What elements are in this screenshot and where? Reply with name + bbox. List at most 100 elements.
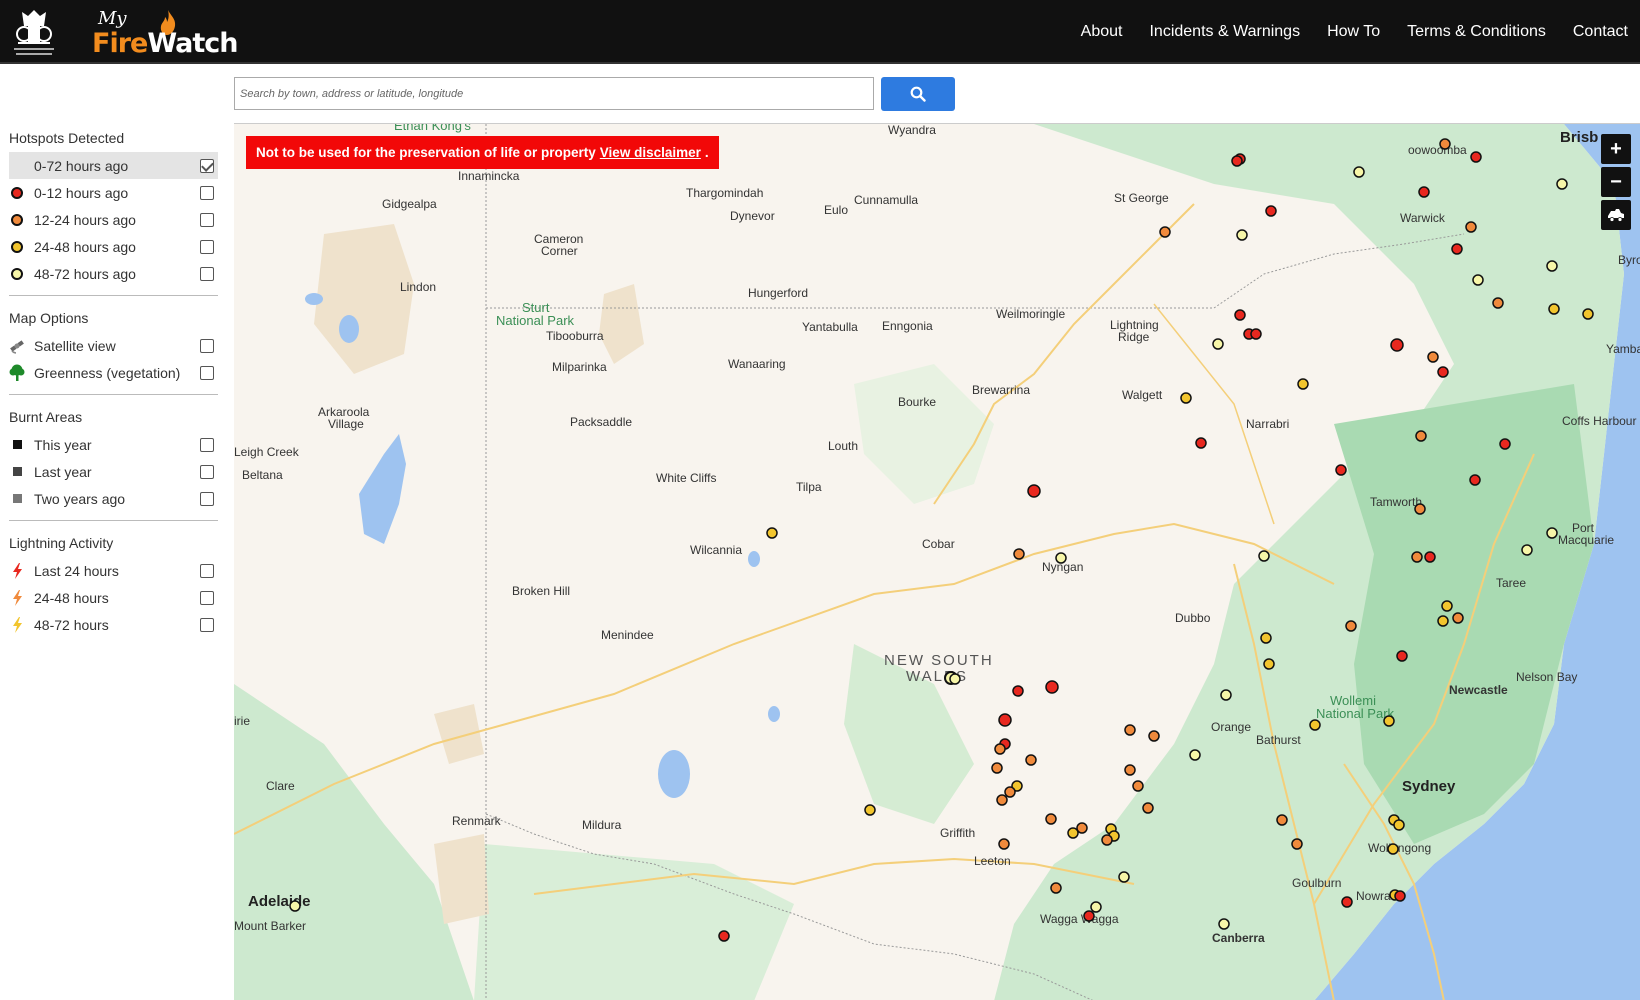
hotspot-marker[interactable] — [1220, 689, 1232, 701]
hotspot-marker[interactable] — [766, 527, 778, 539]
hotspot-marker[interactable] — [1124, 724, 1136, 736]
burnt-last-year-checkbox[interactable] — [200, 464, 214, 479]
greenness-row[interactable]: Greenness (vegetation) — [9, 359, 218, 386]
hotspots-12-24-checkbox[interactable] — [200, 212, 214, 227]
hotspot-marker[interactable] — [1297, 378, 1309, 390]
lightning-48-72-checkbox[interactable] — [200, 617, 214, 632]
hotspot-marker[interactable] — [998, 838, 1010, 850]
hotspot-marker[interactable] — [949, 673, 961, 685]
lightning-48-72-row[interactable]: 48-72 hours — [9, 611, 218, 638]
hotspot-marker[interactable] — [1258, 550, 1270, 562]
hotspot-marker[interactable] — [1083, 910, 1095, 922]
nav-incidents-warnings[interactable]: Incidents & Warnings — [1149, 23, 1300, 41]
hotspot-marker[interactable] — [1341, 896, 1353, 908]
hotspot-marker[interactable] — [991, 762, 1003, 774]
hotspot-marker[interactable] — [1556, 178, 1568, 190]
hotspot-marker[interactable] — [1469, 474, 1481, 486]
hotspot-marker[interactable] — [1045, 813, 1057, 825]
hotspot-marker[interactable] — [1441, 600, 1453, 612]
hotspot-marker[interactable] — [1050, 882, 1062, 894]
hotspots-0-12-row[interactable]: 0-12 hours ago — [9, 179, 218, 206]
fire-truck-button[interactable] — [1601, 200, 1631, 230]
hotspot-marker[interactable] — [1411, 551, 1423, 563]
wa-government-crest[interactable] — [8, 6, 60, 58]
burnt-two-years-row[interactable]: Two years ago — [9, 485, 218, 512]
hotspot-marker[interactable] — [1470, 151, 1482, 163]
hotspot-marker[interactable] — [1291, 838, 1303, 850]
hotspot-marker[interactable] — [1212, 338, 1224, 350]
hotspot-marker[interactable] — [1521, 544, 1533, 556]
nav-terms-conditions[interactable]: Terms & Conditions — [1407, 23, 1546, 41]
hotspot-marker[interactable] — [1236, 229, 1248, 241]
hotspot-marker[interactable] — [994, 743, 1006, 755]
hotspot-marker[interactable] — [1118, 871, 1130, 883]
hotspot-marker[interactable] — [1045, 680, 1059, 694]
hotspot-marker[interactable] — [1499, 438, 1511, 450]
satellite-view-row[interactable]: Satellite view — [9, 332, 218, 359]
hotspot-marker[interactable] — [1180, 392, 1192, 404]
hotspot-marker[interactable] — [1415, 430, 1427, 442]
greenness-checkbox[interactable] — [200, 365, 214, 380]
hotspot-marker[interactable] — [1025, 754, 1037, 766]
hotspots-24-48-row[interactable]: 24-48 hours ago — [9, 233, 218, 260]
lightning-24-48-row[interactable]: 24-48 hours — [9, 584, 218, 611]
hotspot-marker[interactable] — [1414, 503, 1426, 515]
hotspot-marker[interactable] — [1142, 802, 1154, 814]
hotspot-marker[interactable] — [1067, 827, 1079, 839]
hotspot-marker[interactable] — [1012, 685, 1024, 697]
hotspot-marker[interactable] — [1582, 308, 1594, 320]
search-input[interactable] — [234, 77, 874, 110]
myfirewatch-logo[interactable]: My FireWatch — [92, 6, 239, 59]
hotspot-marker[interactable] — [1234, 309, 1246, 321]
hotspot-marker[interactable] — [1132, 780, 1144, 792]
hotspot-marker[interactable] — [1437, 615, 1449, 627]
hotspot-marker[interactable] — [1189, 749, 1201, 761]
burnt-this-year-checkbox[interactable] — [200, 437, 214, 452]
hotspot-marker[interactable] — [1101, 834, 1113, 846]
hotspots-0-72-checkbox[interactable] — [200, 158, 214, 173]
hotspot-marker[interactable] — [1472, 274, 1484, 286]
hotspots-12-24-row[interactable]: 12-24 hours ago — [9, 206, 218, 233]
hotspot-marker[interactable] — [1250, 328, 1262, 340]
zoom-in-button[interactable]: + — [1601, 134, 1631, 164]
hotspot-marker[interactable] — [1195, 437, 1207, 449]
hotspot-marker[interactable] — [1148, 730, 1160, 742]
hotspot-marker[interactable] — [1345, 620, 1357, 632]
burnt-two-years-checkbox[interactable] — [200, 491, 214, 506]
hotspot-marker[interactable] — [1027, 484, 1041, 498]
hotspot-marker[interactable] — [1451, 243, 1463, 255]
hotspots-48-72-row[interactable]: 48-72 hours ago — [9, 260, 218, 287]
hotspot-marker[interactable] — [1452, 612, 1464, 624]
hotspot-marker[interactable] — [1427, 351, 1439, 363]
hotspot-marker[interactable] — [1218, 918, 1230, 930]
hotspots-0-12-checkbox[interactable] — [200, 185, 214, 200]
lightning-24-row[interactable]: Last 24 hours — [9, 557, 218, 584]
hotspot-marker[interactable] — [1260, 632, 1272, 644]
hotspot-marker[interactable] — [718, 930, 730, 942]
hotspot-marker[interactable] — [1390, 338, 1404, 352]
satellite-view-checkbox[interactable] — [200, 338, 214, 353]
hotspot-marker[interactable] — [1546, 260, 1558, 272]
hotspot-marker[interactable] — [1309, 719, 1321, 731]
hotspots-48-72-checkbox[interactable] — [200, 266, 214, 281]
search-button[interactable] — [881, 77, 955, 111]
hotspot-marker[interactable] — [864, 804, 876, 816]
hotspot-marker[interactable] — [1492, 297, 1504, 309]
hotspots-0-72-row[interactable]: 0-72 hours ago — [9, 152, 218, 179]
hotspot-marker[interactable] — [1383, 715, 1395, 727]
hotspots-24-48-checkbox[interactable] — [200, 239, 214, 254]
hotspot-marker[interactable] — [1394, 890, 1406, 902]
hotspot-marker[interactable] — [1548, 303, 1560, 315]
burnt-last-year-row[interactable]: Last year — [9, 458, 218, 485]
lightning-24-checkbox[interactable] — [200, 563, 214, 578]
burnt-this-year-row[interactable]: This year — [9, 431, 218, 458]
hotspot-marker[interactable] — [1090, 901, 1102, 913]
hotspot-marker[interactable] — [1124, 764, 1136, 776]
hotspot-marker[interactable] — [1439, 138, 1451, 150]
hotspot-marker[interactable] — [1418, 186, 1430, 198]
view-disclaimer-link[interactable]: View disclaimer — [600, 145, 701, 160]
hotspot-marker[interactable] — [998, 713, 1012, 727]
hotspot-marker[interactable] — [1276, 814, 1288, 826]
hotspot-marker[interactable] — [1004, 786, 1016, 798]
hotspot-marker[interactable] — [1393, 819, 1405, 831]
